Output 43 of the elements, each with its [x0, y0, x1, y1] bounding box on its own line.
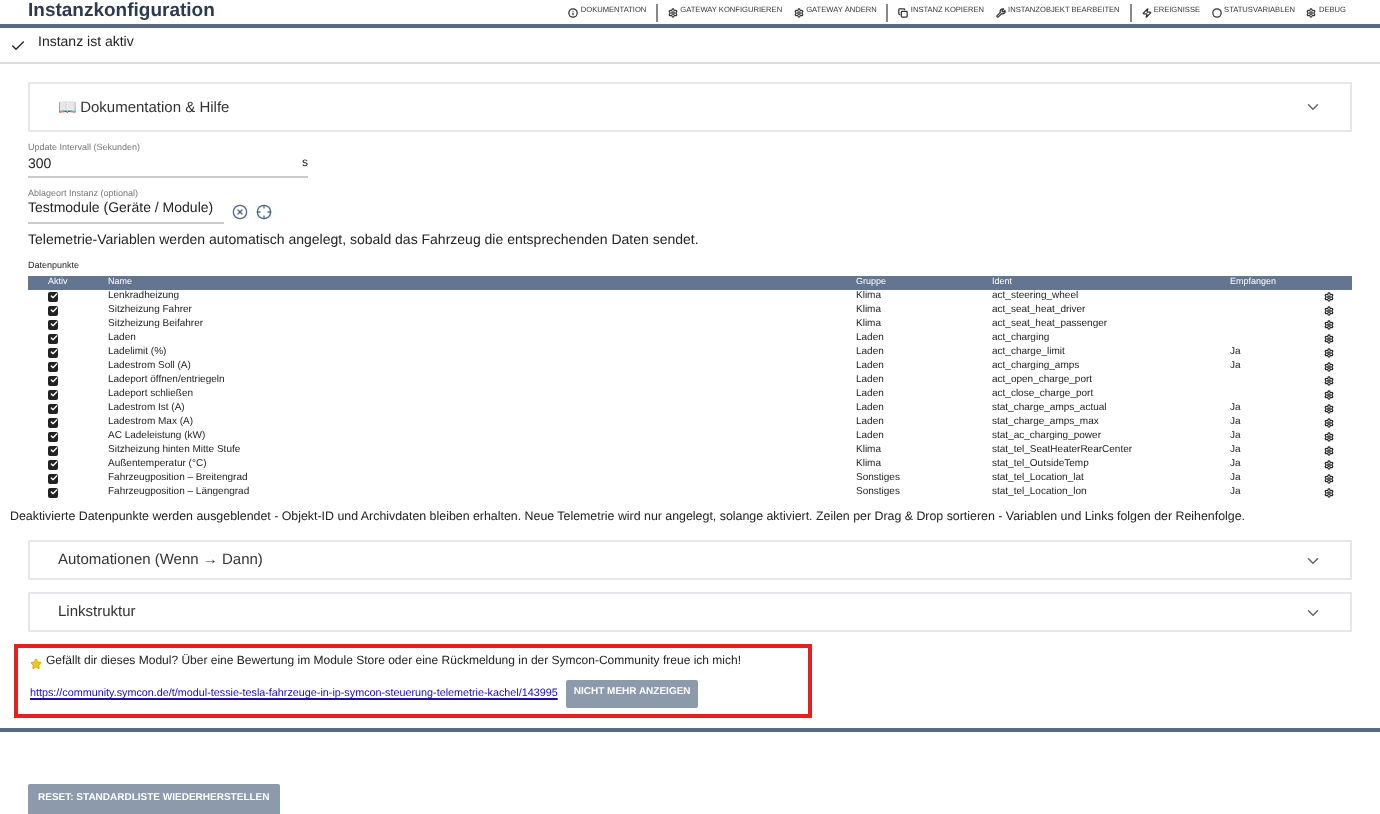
select-icon[interactable] [256, 204, 272, 220]
checkbox[interactable] [48, 389, 58, 400]
settings-icon[interactable] [1324, 431, 1334, 442]
settings-icon[interactable] [1324, 459, 1334, 470]
settings-icon[interactable] [1324, 417, 1334, 428]
settings-icon[interactable] [1324, 473, 1334, 484]
checkbox[interactable] [48, 445, 58, 456]
wrench-icon [996, 7, 1007, 17]
checkbox[interactable] [48, 375, 58, 386]
checkbox[interactable] [48, 347, 58, 358]
checkbox[interactable] [48, 459, 58, 470]
bolt-icon [1141, 7, 1152, 17]
info-icon [568, 7, 579, 17]
settings-icon[interactable] [1324, 487, 1334, 498]
checkbox[interactable] [48, 417, 58, 428]
settings-icon[interactable] [1324, 347, 1334, 358]
gear-icon [668, 7, 679, 17]
settings-icon[interactable] [1324, 403, 1334, 414]
checkbox[interactable] [48, 319, 58, 330]
checkbox[interactable] [48, 431, 58, 442]
settings-icon[interactable] [1324, 305, 1334, 316]
checkbox[interactable] [48, 361, 58, 372]
star-icon [30, 657, 42, 670]
settings-icon[interactable] [1324, 319, 1334, 330]
checkbox[interactable] [48, 291, 58, 302]
checkbox[interactable] [48, 305, 58, 316]
window-title: Instanzkonfiguration [28, 0, 215, 26]
settings-icon[interactable] [1324, 291, 1334, 302]
checkbox[interactable] [48, 487, 58, 498]
checkbox[interactable] [48, 403, 58, 414]
checkbox[interactable] [48, 473, 58, 484]
copy-icon [898, 7, 909, 17]
chevron-icon [1304, 98, 1322, 116]
settings-icon[interactable] [1324, 375, 1334, 386]
settings-icon[interactable] [1324, 361, 1334, 372]
settings-icon[interactable] [1324, 389, 1334, 400]
checkbox[interactable] [48, 333, 58, 344]
settings-icon[interactable] [1324, 445, 1334, 456]
gear-icon [794, 7, 805, 17]
settings-icon[interactable] [1324, 333, 1334, 344]
clear-icon[interactable] [232, 204, 248, 220]
gear-icon [1306, 7, 1317, 17]
circle-icon [1212, 7, 1223, 17]
